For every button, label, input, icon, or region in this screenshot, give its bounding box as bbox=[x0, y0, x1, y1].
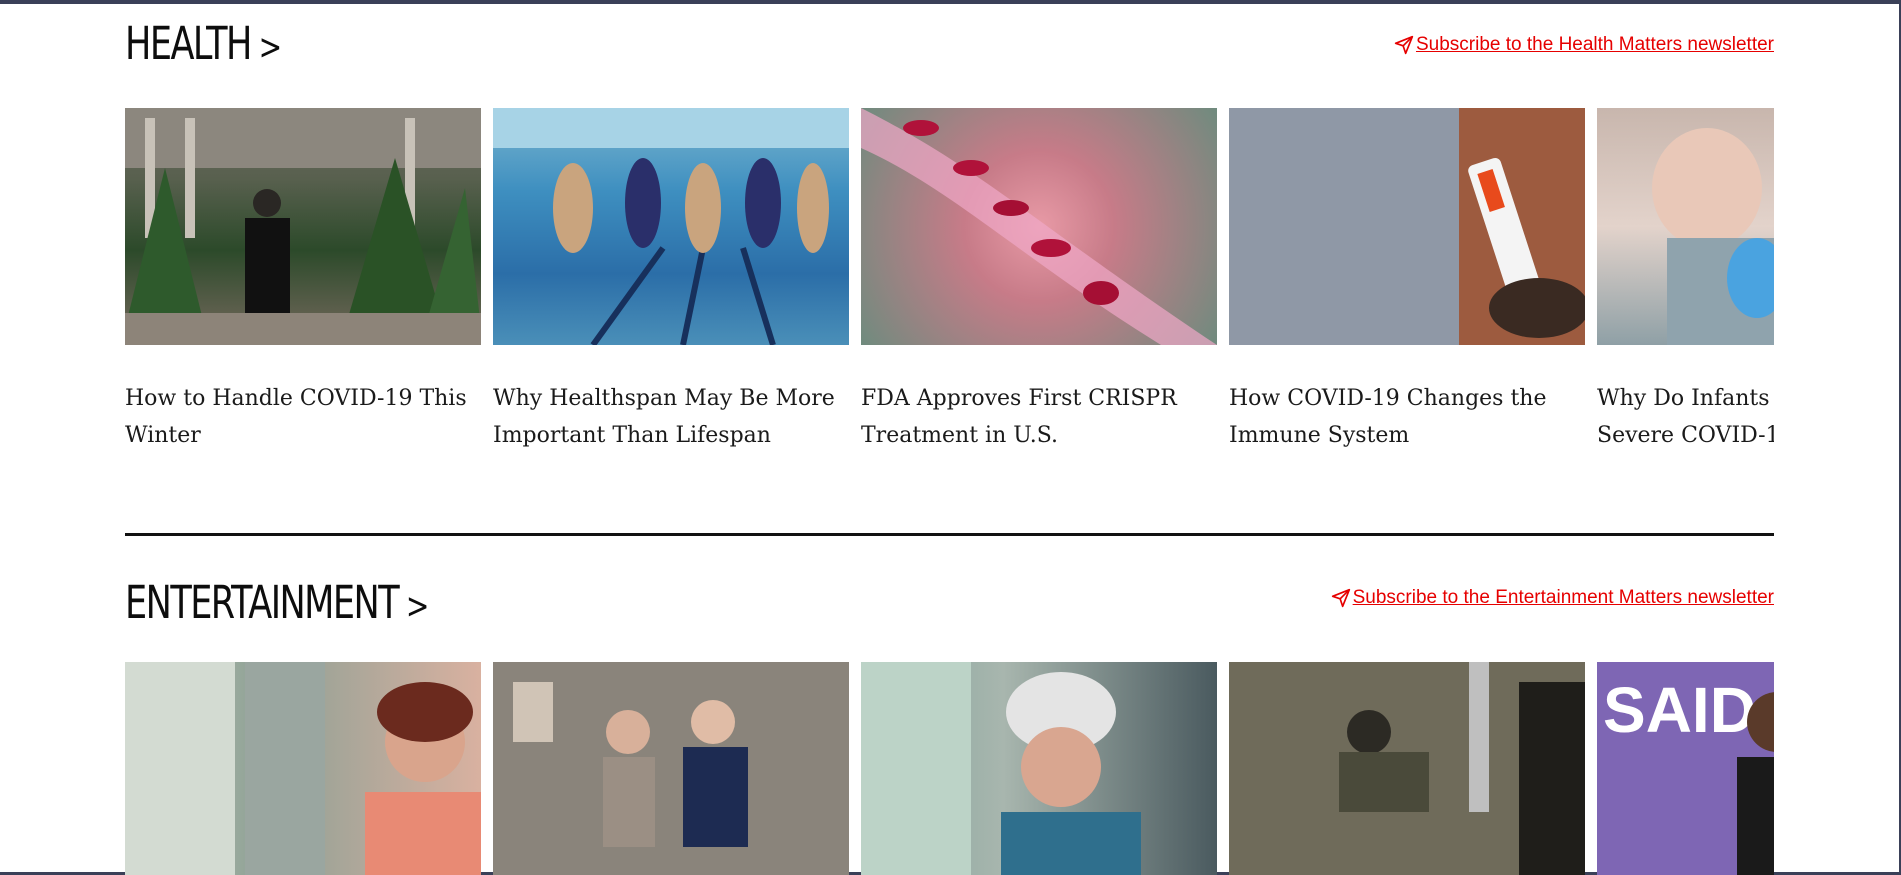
entertainment-header: ENTERTAINMENT > Subscribe to the Entertai… bbox=[125, 554, 1774, 654]
christmas-street-image bbox=[125, 108, 481, 345]
article-card[interactable]: SAID bbox=[1597, 662, 1774, 875]
article-image[interactable] bbox=[861, 662, 1217, 875]
article-card[interactable] bbox=[493, 662, 849, 875]
covid-test-image bbox=[1229, 108, 1585, 345]
entertainment-subscribe-link[interactable]: Subscribe to the Entertainment Matters n… bbox=[1331, 587, 1774, 609]
article-card[interactable]: FDA Approves First CRISPR Treatment in U… bbox=[861, 108, 1217, 468]
article-title-line[interactable]: FDA Approves First CRISPR bbox=[861, 380, 1217, 417]
article-image[interactable] bbox=[493, 108, 849, 345]
article-title[interactable]: Why Healthspan May Be More Important Tha… bbox=[493, 380, 849, 454]
article-image[interactable] bbox=[125, 108, 481, 345]
article-card[interactable]: Why Do Infants Severe COVID-19 bbox=[1597, 108, 1774, 468]
article-card[interactable] bbox=[125, 662, 481, 875]
entertainment-subscribe-label[interactable]: Subscribe to the Entertainment Matters n… bbox=[1353, 587, 1774, 609]
blood-cells-image bbox=[861, 108, 1217, 345]
health-header: HEALTH > Subscribe to the Health Matters … bbox=[125, 0, 1774, 100]
article-card[interactable]: How COVID-19 Changes the Immune System bbox=[1229, 108, 1585, 468]
entertainment-title-arrow[interactable]: > bbox=[406, 586, 430, 627]
article-title-line[interactable]: Severe COVID-19 bbox=[1597, 417, 1774, 454]
woman-portrait-image bbox=[125, 662, 481, 875]
entertainment-card-row: SAID bbox=[125, 662, 1774, 875]
article-image[interactable] bbox=[125, 662, 481, 875]
article-image[interactable]: SAID bbox=[1597, 662, 1774, 875]
article-title-line[interactable]: Why Do Infants bbox=[1597, 380, 1774, 417]
health-card-row: How to Handle COVID-19 This Winter Why H… bbox=[125, 108, 1774, 468]
article-title-line[interactable]: Why Healthspan May Be More bbox=[493, 380, 849, 417]
article-title[interactable]: How to Handle COVID-19 This Winter bbox=[125, 380, 481, 454]
article-image[interactable] bbox=[1229, 108, 1585, 345]
backdrop-said-text: SAID bbox=[1603, 674, 1756, 746]
article-card[interactable] bbox=[861, 662, 1217, 875]
queen-image bbox=[861, 662, 1141, 875]
article-image[interactable] bbox=[1597, 108, 1774, 345]
article-image[interactable] bbox=[1229, 662, 1585, 875]
health-subscribe-label[interactable]: Subscribe to the Health Matters newslett… bbox=[1416, 34, 1774, 56]
section-divider bbox=[125, 533, 1774, 536]
article-title-line[interactable]: Winter bbox=[125, 417, 481, 454]
article-title-line[interactable]: Treatment in U.S. bbox=[861, 417, 1217, 454]
entertainment-section-title[interactable]: ENTERTAINMENT > bbox=[125, 576, 430, 629]
event-backdrop-image: SAID bbox=[1597, 662, 1774, 875]
article-title[interactable]: FDA Approves First CRISPR Treatment in U… bbox=[861, 380, 1217, 454]
entertainment-section: ENTERTAINMENT > Subscribe to the Entertai… bbox=[125, 554, 1774, 875]
health-section-title[interactable]: HEALTH > bbox=[125, 17, 283, 70]
pool-swimmers-image bbox=[493, 108, 849, 345]
infant-image bbox=[1652, 128, 1774, 345]
health-section: HEALTH > Subscribe to the Health Matters … bbox=[125, 0, 1774, 520]
article-title[interactable]: How COVID-19 Changes the Immune System bbox=[1229, 380, 1585, 454]
article-title-line[interactable]: Important Than Lifespan bbox=[493, 417, 849, 454]
article-title-line[interactable]: How to Handle COVID-19 This bbox=[125, 380, 481, 417]
article-image[interactable] bbox=[493, 662, 849, 875]
action-scene-image bbox=[1229, 662, 1585, 875]
health-subscribe-link[interactable]: Subscribe to the Health Matters newslett… bbox=[1394, 34, 1774, 56]
article-card[interactable] bbox=[1229, 662, 1585, 875]
article-title-line[interactable]: How COVID-19 Changes the bbox=[1229, 380, 1585, 417]
entertainment-title-text[interactable]: ENTERTAINMENT bbox=[125, 576, 400, 629]
health-title-arrow[interactable]: > bbox=[259, 27, 283, 68]
paper-plane-icon bbox=[1394, 35, 1414, 55]
article-card[interactable]: Why Healthspan May Be More Important Tha… bbox=[493, 108, 849, 468]
paper-plane-icon bbox=[1331, 588, 1350, 608]
article-title[interactable]: Why Do Infants Severe COVID-19 bbox=[1597, 380, 1774, 454]
article-card[interactable]: How to Handle COVID-19 This Winter bbox=[125, 108, 481, 468]
couple-walking-image bbox=[493, 662, 849, 875]
article-title-line[interactable]: Immune System bbox=[1229, 417, 1585, 454]
article-image[interactable] bbox=[861, 108, 1217, 345]
health-title-text[interactable]: HEALTH bbox=[125, 17, 252, 70]
